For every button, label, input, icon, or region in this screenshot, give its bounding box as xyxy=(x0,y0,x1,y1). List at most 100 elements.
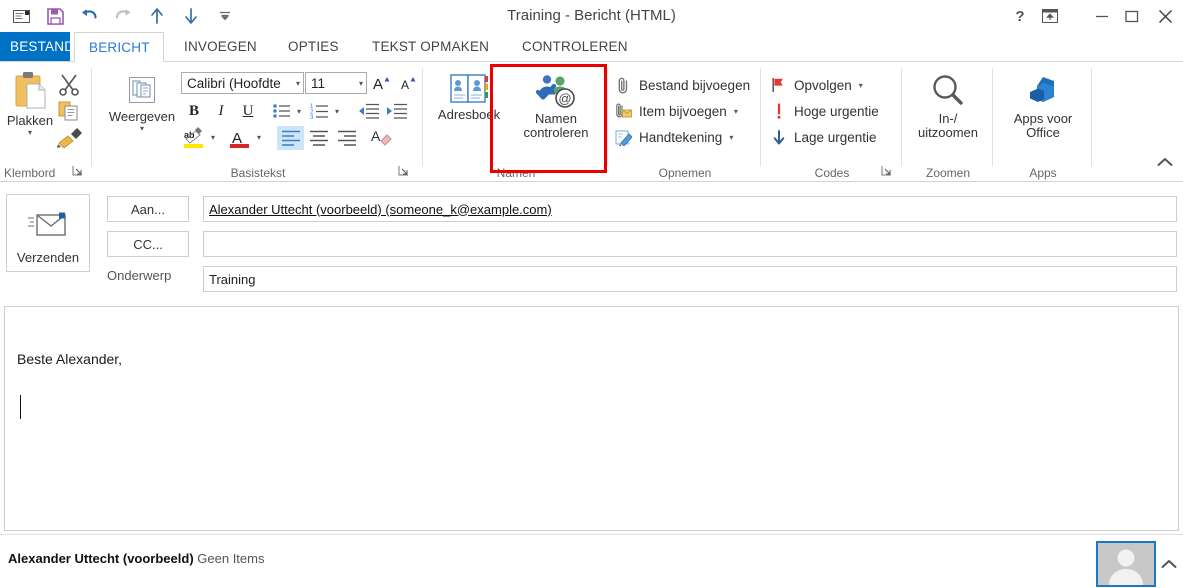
minimize-button[interactable] xyxy=(1087,1,1117,31)
format-painter-button[interactable] xyxy=(56,126,84,153)
attach-item-button[interactable]: Item bijvoegen ▾ xyxy=(615,98,750,124)
ribbon-group-codes: Opvolgen ▾ Hoge urgentie Lage urgentie C… xyxy=(762,62,902,182)
message-body[interactable]: Beste Alexander, xyxy=(4,306,1179,531)
ribbon-group-opnemen: Bestand bijvoegen Item bijvoegen ▾ Handt… xyxy=(609,62,761,182)
cc-button[interactable]: CC... xyxy=(107,231,189,257)
numbered-list-caret-icon[interactable]: ▾ xyxy=(331,102,343,120)
align-left-button[interactable] xyxy=(277,126,304,150)
numbered-list-button[interactable]: 123 xyxy=(309,100,331,122)
high-importance-button[interactable]: Hoge urgentie xyxy=(770,98,879,124)
align-right-button[interactable] xyxy=(333,126,360,150)
follow-up-caret-icon[interactable]: ▾ xyxy=(859,81,863,90)
paste-label: Plakken xyxy=(6,113,54,128)
italic-button[interactable]: I xyxy=(210,100,232,122)
close-button[interactable] xyxy=(1147,1,1183,31)
clear-formatting-button[interactable]: A xyxy=(369,126,395,150)
codes-dialog-launcher[interactable] xyxy=(881,165,892,179)
new-message-icon[interactable] xyxy=(4,3,38,29)
to-field[interactable]: Alexander Uttecht (voorbeeld) (someone_k… xyxy=(203,196,1177,222)
tab-invoegen[interactable]: INVOEGEN xyxy=(170,32,271,62)
tab-opties[interactable]: OPTIES xyxy=(274,32,353,62)
attach-file-button[interactable]: Bestand bijvoegen xyxy=(615,72,750,98)
high-importance-icon xyxy=(770,102,787,120)
paperclip-icon xyxy=(615,77,632,94)
contact-items-count: Geen Items xyxy=(197,551,265,566)
tab-tekst-opmaken[interactable]: TEKST OPMAKEN xyxy=(358,32,503,62)
subject-label: Onderwerp xyxy=(107,268,172,283)
klembord-dialog-launcher[interactable] xyxy=(72,165,83,179)
tab-bericht[interactable]: BERICHT xyxy=(74,32,164,63)
expand-people-pane-button[interactable] xyxy=(1161,557,1177,572)
to-recipient: Alexander Uttecht (voorbeeld) (someone_k… xyxy=(209,201,552,217)
cut-button[interactable] xyxy=(56,72,82,99)
message-body-text: Beste Alexander, xyxy=(17,351,123,367)
show-fields-button[interactable]: Weergeven ▾ xyxy=(103,72,181,133)
copy-button[interactable] xyxy=(58,100,82,125)
font-color-caret-icon[interactable]: ▾ xyxy=(253,128,265,146)
quick-access-toolbar xyxy=(4,2,242,30)
help-icon[interactable]: ? xyxy=(1005,1,1035,31)
ribbon-group-klembord: Plakken ▾ Klembord xyxy=(0,62,92,182)
contact-photo-thumbnail[interactable] xyxy=(1096,541,1156,587)
font-color-button[interactable]: A xyxy=(227,126,253,150)
grow-font-button[interactable]: A xyxy=(371,72,395,94)
check-names-button[interactable]: @ Namen controleren xyxy=(508,72,604,140)
bullet-list-caret-icon[interactable]: ▾ xyxy=(293,102,305,120)
ribbon-display-options-icon[interactable] xyxy=(1035,1,1065,31)
status-bar: Alexander Uttecht (voorbeeld) Geen Items xyxy=(0,534,1183,588)
font-size-chevron-down-icon[interactable]: ▾ xyxy=(355,79,363,88)
maximize-button[interactable] xyxy=(1117,1,1147,31)
bullet-list-button[interactable] xyxy=(271,100,293,122)
signature-caret-icon[interactable]: ▾ xyxy=(729,133,733,142)
to-button[interactable]: Aan... xyxy=(107,196,189,222)
collapse-ribbon-button[interactable] xyxy=(1157,155,1173,170)
signature-button[interactable]: Handtekening ▾ xyxy=(615,124,750,150)
apps-for-office-button[interactable]: Apps voor Office xyxy=(998,72,1088,140)
title-bar-help-group: ? xyxy=(1005,0,1065,32)
group-label-basistekst: Basistekst xyxy=(230,166,286,180)
text-highlight-caret-icon[interactable]: ▾ xyxy=(207,128,219,146)
increase-indent-button[interactable] xyxy=(385,100,409,122)
signature-label: Handtekening xyxy=(639,129,723,145)
paste-caret-icon[interactable]: ▾ xyxy=(2,128,58,137)
font-size-input[interactable]: 11 ▾ xyxy=(305,72,367,94)
next-item-icon[interactable] xyxy=(174,3,208,29)
paste-button[interactable]: Plakken ▾ xyxy=(2,70,58,137)
subject-field[interactable]: Training xyxy=(203,266,1177,292)
cc-field[interactable] xyxy=(203,231,1177,257)
address-book-button[interactable]: Adresboek xyxy=(430,72,508,122)
send-button[interactable]: Verzenden xyxy=(6,194,90,272)
tab-controleren[interactable]: CONTROLEREN xyxy=(508,32,642,62)
font-size-value: 11 xyxy=(311,75,326,91)
show-fields-caret-icon[interactable]: ▾ xyxy=(103,124,181,133)
check-names-label-line2: controleren xyxy=(523,125,589,140)
tab-bestand[interactable]: BESTAND xyxy=(0,32,74,62)
group-label-opnemen: Opnemen xyxy=(658,166,712,180)
redo-icon[interactable] xyxy=(106,3,140,29)
save-icon[interactable] xyxy=(38,3,72,29)
signature-icon xyxy=(615,129,632,146)
low-importance-button[interactable]: Lage urgentie xyxy=(770,124,879,150)
contact-name: Alexander Uttecht (voorbeeld) xyxy=(8,551,194,566)
basistekst-dialog-launcher[interactable] xyxy=(398,165,409,179)
decrease-indent-button[interactable] xyxy=(357,100,381,122)
font-name-value: Calibri (Hoofdte xyxy=(187,75,281,91)
address-book-label: Adresboek xyxy=(437,107,501,122)
font-name-input[interactable]: Calibri (Hoofdte ▾ xyxy=(181,72,304,94)
people-pane-status: Alexander Uttecht (voorbeeld) Geen Items xyxy=(8,551,264,566)
svg-text:ab: ab xyxy=(184,130,195,140)
underline-button[interactable]: U xyxy=(237,100,259,122)
bold-button[interactable]: B xyxy=(183,100,205,122)
follow-up-label: Opvolgen xyxy=(794,77,852,93)
follow-up-button[interactable]: Opvolgen ▾ xyxy=(770,72,879,98)
previous-item-icon[interactable] xyxy=(140,3,174,29)
attach-item-caret-icon[interactable]: ▾ xyxy=(734,107,738,116)
svg-text:A: A xyxy=(401,78,409,92)
undo-icon[interactable] xyxy=(72,3,106,29)
zoom-button[interactable]: In-/ uitzoomen xyxy=(907,72,989,140)
customize-qat-icon[interactable] xyxy=(208,3,242,29)
shrink-font-button[interactable]: A xyxy=(398,72,422,94)
text-highlight-button[interactable]: ab xyxy=(181,126,207,150)
align-center-button[interactable] xyxy=(305,126,332,150)
font-name-chevron-down-icon[interactable]: ▾ xyxy=(292,79,300,88)
